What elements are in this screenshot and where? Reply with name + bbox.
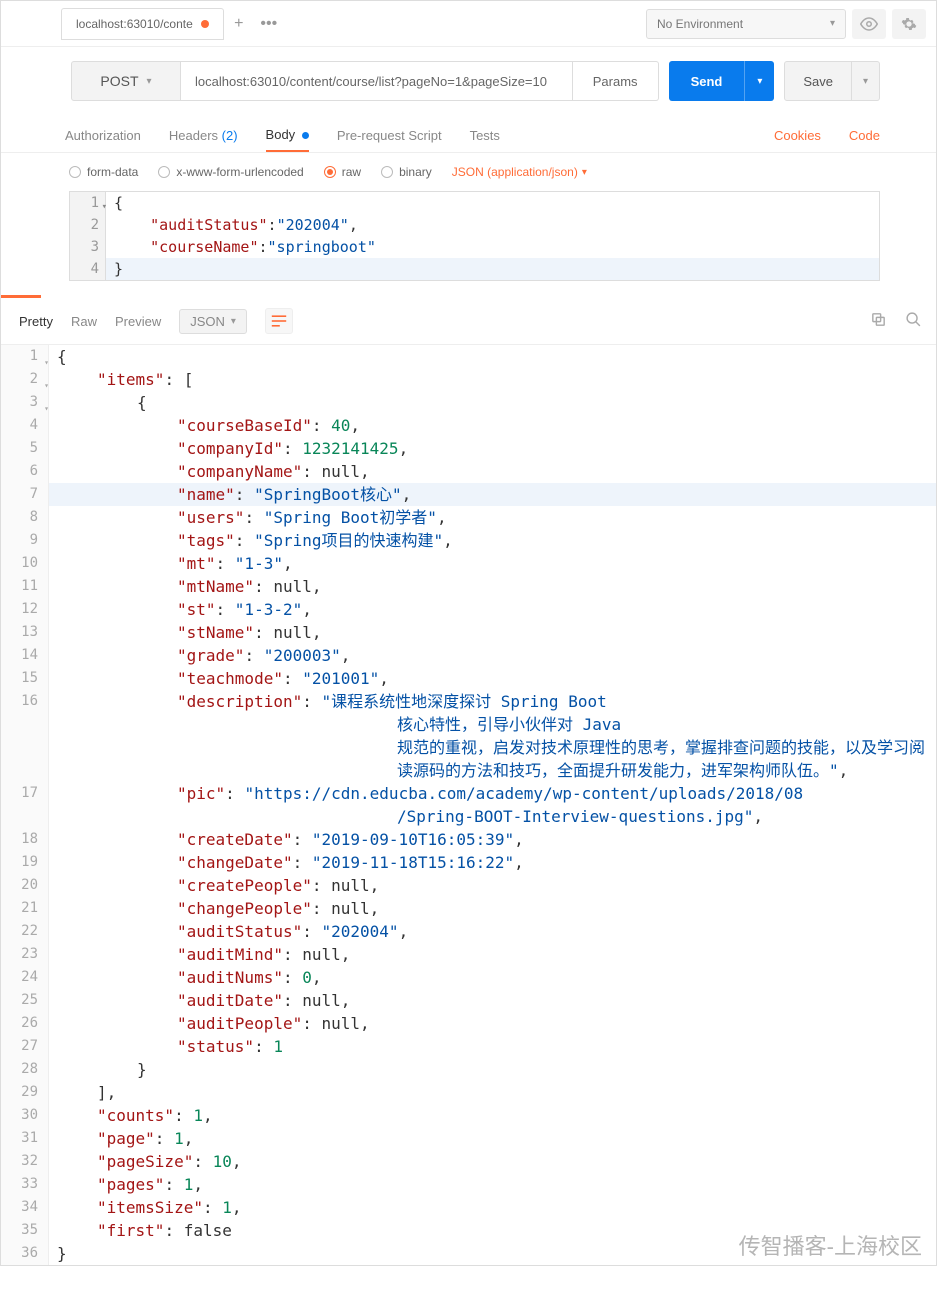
tab-authorization[interactable]: Authorization: [65, 120, 141, 151]
url-value: localhost:63010/content/course/list?page…: [195, 74, 547, 89]
environment-controls: No Environment ▾: [646, 9, 936, 39]
gear-icon: [901, 16, 917, 32]
request-body-editor[interactable]: 1▾{ 2 "auditStatus":"202004", 3 "courseN…: [69, 191, 880, 281]
radio-icon: [69, 166, 81, 178]
response-body[interactable]: 1▾{ 2▾"items": [ 3▾{ 4"courseBaseId": 40…: [1, 345, 936, 1265]
headers-count: (2): [222, 128, 238, 143]
save-label: Save: [803, 74, 833, 89]
environment-label: No Environment: [657, 17, 743, 31]
response-format-label: JSON: [190, 314, 225, 329]
save-dropdown-button[interactable]: ▾: [852, 61, 880, 101]
radio-icon: [158, 166, 170, 178]
chevron-down-icon: ▾: [582, 167, 587, 178]
radio-icon: [324, 166, 336, 178]
save-group: Save ▾: [784, 61, 880, 101]
params-button[interactable]: Params: [573, 61, 659, 101]
radio-form-data[interactable]: form-data: [69, 165, 138, 179]
tab-body-label: Body: [266, 127, 296, 142]
view-pretty[interactable]: Pretty: [19, 314, 53, 329]
radio-binary[interactable]: binary: [381, 165, 432, 179]
send-label: Send: [691, 74, 723, 89]
chevron-down-icon: ▾: [863, 76, 868, 87]
environment-select[interactable]: No Environment ▾: [646, 9, 846, 39]
chevron-down-icon: ▾: [147, 76, 152, 87]
url-input[interactable]: localhost:63010/content/course/list?page…: [181, 61, 573, 101]
wrap-lines-button[interactable]: [265, 308, 293, 334]
top-bar: localhost:63010/conte + ••• No Environme…: [1, 1, 936, 47]
cookies-link[interactable]: Cookies: [774, 128, 821, 143]
request-tab[interactable]: localhost:63010/conte: [61, 8, 224, 40]
radio-icon: [381, 166, 393, 178]
settings-button[interactable]: [892, 9, 926, 39]
params-label: Params: [593, 74, 638, 89]
radio-xwww[interactable]: x-www-form-urlencoded: [158, 165, 303, 179]
tab-menu-button[interactable]: •••: [254, 9, 284, 39]
send-dropdown-button[interactable]: ▾: [744, 61, 774, 101]
save-button[interactable]: Save: [784, 61, 852, 101]
request-row: POST ▾ localhost:63010/content/course/li…: [1, 47, 936, 115]
request-tabs-strip: localhost:63010/conte + •••: [1, 8, 646, 40]
code-link[interactable]: Code: [849, 128, 880, 143]
tab-headers-label: Headers: [169, 128, 218, 143]
chevron-down-icon: ▾: [757, 76, 762, 87]
response-toolbar: Pretty Raw Preview JSON ▾: [1, 298, 936, 345]
wrap-icon: [271, 314, 287, 328]
tab-headers[interactable]: Headers (2): [169, 120, 238, 151]
request-subtabs: Authorization Headers (2) Body Pre-reque…: [1, 115, 936, 153]
chevron-down-icon: ▾: [231, 316, 236, 327]
copy-icon: [870, 311, 887, 328]
new-tab-button[interactable]: +: [224, 9, 254, 39]
body-type-options: form-data x-www-form-urlencoded raw bina…: [1, 153, 936, 191]
tab-tests[interactable]: Tests: [470, 120, 500, 151]
search-button[interactable]: [905, 311, 922, 331]
body-indicator-icon: [302, 132, 309, 139]
search-icon: [905, 311, 922, 328]
content-type-select[interactable]: JSON (application/json) ▾: [452, 165, 587, 179]
tab-title: localhost:63010/conte: [76, 17, 193, 31]
chevron-down-icon: ▾: [830, 18, 835, 29]
tab-prerequest[interactable]: Pre-request Script: [337, 120, 442, 151]
eye-icon: [860, 15, 878, 33]
unsaved-dot-icon: [201, 20, 209, 28]
view-preview[interactable]: Preview: [115, 314, 161, 329]
environment-quicklook-button[interactable]: [852, 9, 886, 39]
radio-raw[interactable]: raw: [324, 165, 361, 179]
copy-button[interactable]: [870, 311, 887, 331]
app-root: localhost:63010/conte + ••• No Environme…: [0, 0, 937, 1266]
method-label: POST: [100, 73, 138, 89]
send-group: Send ▾: [669, 61, 775, 101]
tab-body[interactable]: Body: [266, 119, 309, 152]
content-type-label: JSON (application/json): [452, 165, 578, 179]
response-format-select[interactable]: JSON ▾: [179, 309, 247, 334]
method-select[interactable]: POST ▾: [71, 61, 181, 101]
view-raw[interactable]: Raw: [71, 314, 97, 329]
send-button[interactable]: Send: [669, 61, 745, 101]
